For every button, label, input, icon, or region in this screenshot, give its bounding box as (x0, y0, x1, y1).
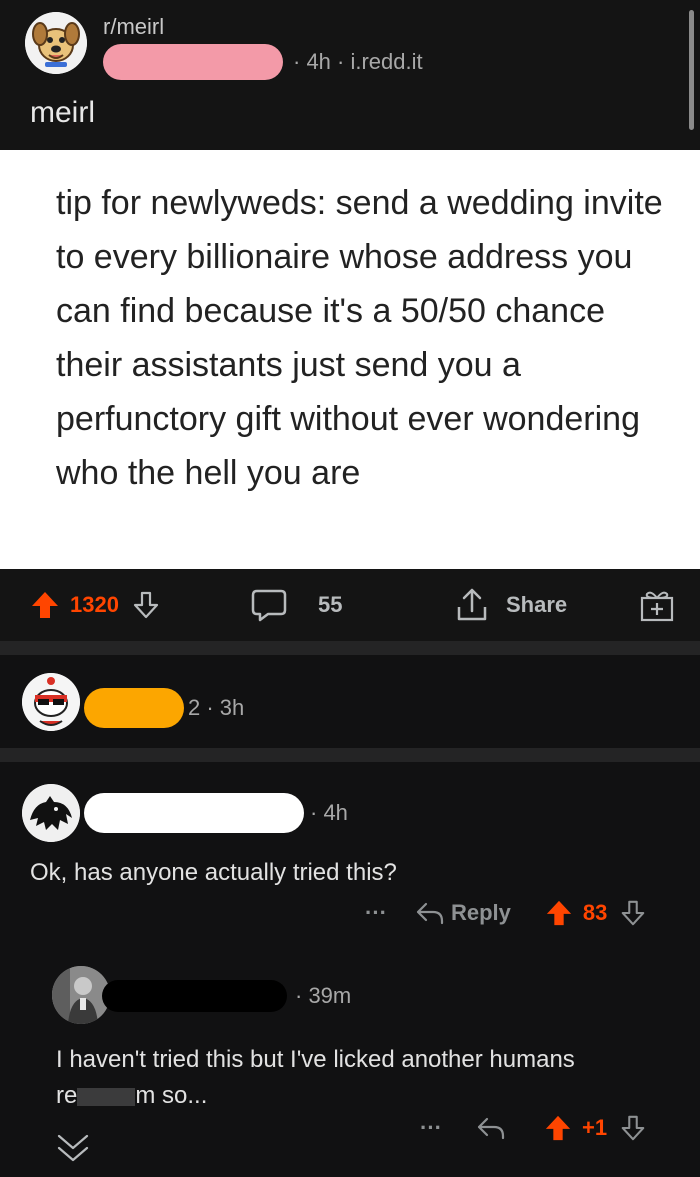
comment-meta: · 4h (84, 793, 348, 833)
reply-icon (416, 902, 444, 925)
share-icon (457, 588, 487, 621)
comment-meta-text: · 4h (310, 800, 348, 825)
comment-body: Ok, has anyone actually tried this? (30, 859, 397, 886)
post-meta-text: · 4h · i.redd.it (293, 49, 423, 74)
subreddit-name[interactable]: r/meirl (103, 14, 164, 40)
snoo-avatar-icon (22, 673, 80, 731)
subreddit-avatar[interactable] (25, 12, 87, 74)
post-image-text: tip for newlyweds: send a wedding invite… (56, 184, 663, 492)
comment-meta: · 39m (102, 980, 351, 1012)
comment-count: 55 (318, 592, 343, 617)
downvote-button[interactable] (131, 590, 161, 620)
redacted-username (103, 44, 283, 80)
share-label: Share (506, 592, 568, 617)
post-header: r/meirl · 4h · i.redd.it meirl (0, 0, 700, 150)
share-button[interactable]: Share (454, 569, 567, 641)
comment-icon (251, 589, 287, 622)
redacted-username (84, 793, 304, 833)
comment-score: 83 (582, 900, 608, 925)
upvote-icon (545, 1115, 571, 1141)
reply-icon (477, 1117, 505, 1140)
comment-meta-text: 2 · 3h (188, 695, 245, 720)
upvote-button[interactable] (30, 590, 60, 620)
downvote-icon (133, 591, 159, 619)
upvote-button[interactable] (545, 899, 573, 927)
comments-button[interactable]: 55 (250, 569, 342, 641)
comment-score: +1 (581, 1115, 608, 1140)
divider (0, 641, 700, 655)
post-image[interactable]: tip for newlyweds: send a wedding invite… (0, 150, 700, 569)
divider (0, 748, 700, 762)
avatar[interactable] (22, 784, 80, 842)
monster-avatar-icon (22, 784, 80, 842)
redacted-word (77, 1087, 136, 1106)
more-button[interactable]: ··· (365, 900, 387, 926)
redacted-username (84, 688, 184, 728)
upvote-icon (32, 592, 58, 618)
reply-label: Reply (450, 900, 511, 925)
downvote-button[interactable] (619, 1114, 647, 1142)
comment-body-text: m so... (135, 1082, 208, 1109)
post-action-bar: 1320 55 Share (0, 569, 700, 641)
downvote-icon (622, 900, 645, 926)
award-icon (640, 591, 674, 622)
comment-actions: ··· Reply 83 (365, 899, 647, 927)
comment-actions: ··· +1 (420, 1114, 647, 1142)
collapse-chevron-icon (57, 1134, 89, 1162)
comment-meta: 2 · 3h (84, 688, 244, 728)
redacted-username (102, 980, 287, 1012)
comment-collapsed[interactable]: 2 · 3h (0, 655, 700, 748)
more-button[interactable]: ··· (420, 1115, 442, 1141)
avatar[interactable] (22, 673, 80, 731)
downvote-button[interactable] (619, 899, 647, 927)
downvote-icon (621, 1115, 645, 1141)
scrollbar[interactable] (689, 10, 694, 130)
award-button[interactable] (638, 569, 676, 641)
comment-body: I haven't tried this but I've licked ano… (56, 1042, 575, 1114)
post-meta: · 4h · i.redd.it (103, 44, 423, 80)
collapse-button[interactable] (54, 1130, 92, 1164)
upvote-icon (546, 900, 572, 926)
upvote-count: 1320 (70, 592, 119, 617)
reply-button[interactable]: Reply (415, 900, 511, 926)
comment-body-line2: re m so... (56, 1078, 575, 1114)
reply-button[interactable] (476, 1115, 506, 1141)
comment: · 4h Ok, has anyone actually tried this?… (0, 762, 700, 942)
upvote-button[interactable] (544, 1114, 572, 1142)
comment-body-text: re (56, 1082, 78, 1109)
comment-body-line1: I haven't tried this but I've licked ano… (56, 1046, 575, 1073)
comment-reply: · 39m I haven't tried this but I've lick… (0, 942, 700, 1177)
comment-meta-text: · 39m (295, 983, 352, 1008)
dog-avatar-icon (25, 12, 87, 74)
post-title[interactable]: meirl (30, 96, 95, 130)
vote-group: 1320 (30, 569, 161, 641)
